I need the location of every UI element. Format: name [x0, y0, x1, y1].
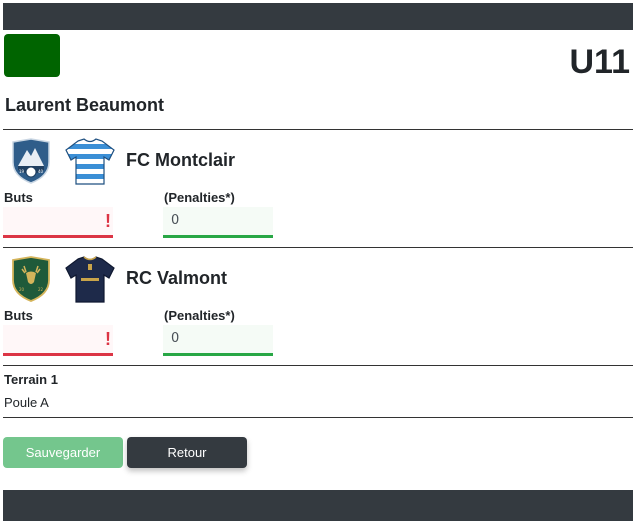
stag-shield-crest-icon: 20 22 [12, 256, 50, 302]
goals-label: Buts [4, 190, 33, 205]
category-title: U11 [569, 43, 631, 81]
goals-input-home[interactable]: ! [3, 207, 113, 238]
divider [3, 365, 633, 366]
blue-white-hoops-jersey-icon [65, 138, 115, 185]
mountain-shield-crest-icon: 19 40 [12, 138, 50, 184]
penalties-label: (Penalties*) [164, 190, 235, 205]
save-button[interactable]: Sauvegarder [3, 437, 123, 468]
warning-icon: ! [105, 329, 111, 349]
penalties-input-away[interactable]: 0 [163, 325, 273, 356]
crest-year: 40 [38, 169, 44, 174]
crest-year: 20 [19, 287, 25, 292]
crest-year: 19 [19, 169, 25, 174]
team-row-home: 19 40 FC Montclair [3, 132, 633, 185]
field-name: Terrain 1 [4, 372, 58, 387]
club-logo[interactable] [4, 34, 60, 77]
top-navbar [3, 3, 633, 30]
goals-input-away[interactable]: ! [3, 325, 113, 356]
referee-name: Laurent Beaumont [5, 95, 165, 115]
divider [3, 247, 633, 248]
navy-jersey-icon [65, 256, 115, 303]
penalties-label: (Penalties*) [164, 308, 235, 323]
team-row-away: 20 22 RC Valmont [3, 250, 633, 303]
bottom-bar [3, 490, 633, 521]
goals-label: Buts [4, 308, 33, 323]
team-name: FC Montclair [126, 150, 236, 170]
divider [3, 129, 633, 130]
group-name: Poule A [4, 395, 49, 410]
penalties-input-home[interactable]: 0 [163, 207, 273, 238]
crest-year: 22 [38, 287, 44, 292]
team-name: RC Valmont [126, 268, 228, 288]
divider [3, 417, 633, 418]
warning-icon: ! [105, 211, 111, 231]
back-button[interactable]: Retour [127, 437, 247, 468]
